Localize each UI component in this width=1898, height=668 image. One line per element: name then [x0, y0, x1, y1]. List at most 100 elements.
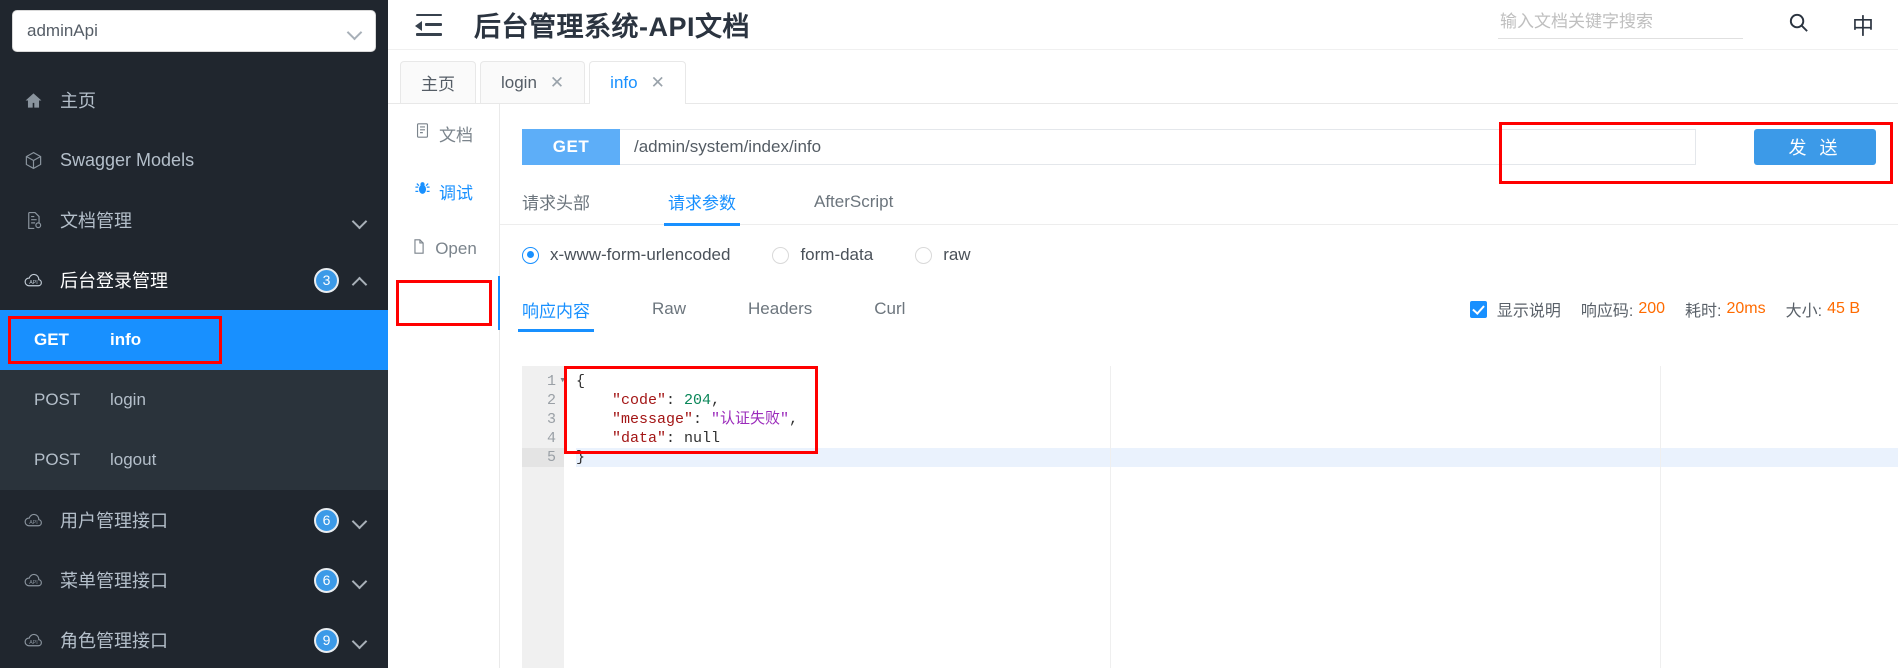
chevron-down-icon[interactable]: [353, 514, 366, 527]
header-right-group: 中: [1497, 9, 1898, 41]
sidebar-item-menu-management-api[interactable]: API 菜单管理接口 6: [0, 550, 388, 610]
editor-code-body[interactable]: { "code": 204, "message": "认证失败", "data"…: [564, 366, 1898, 668]
code-line-1: {: [576, 372, 1898, 391]
request-url-row: GET 发 送: [500, 104, 1898, 165]
code-token: }: [576, 449, 586, 466]
document-icon: [414, 122, 431, 144]
close-icon[interactable]: ✕: [550, 73, 564, 93]
response-meta: 显示说明 响应码: 200 耗时: 20ms 大小: 45 B: [1469, 297, 1876, 321]
line-number: 4: [546, 430, 556, 447]
endpoint-item-info[interactable]: GET info: [0, 310, 388, 370]
inner-nav: 文档 调试 Open: [388, 104, 502, 668]
request-tabs: 请求头部 请求参数 AfterScript: [500, 179, 1898, 226]
inner-nav-item-debug[interactable]: 调试: [388, 162, 499, 220]
sidebar-item-badge: 6: [314, 567, 339, 593]
collapse-bar: [416, 13, 442, 16]
radio-mark-icon: [522, 246, 539, 264]
sidebar-item-label: 文档管理: [60, 211, 132, 231]
sidebar-nav-list: 主页 Swagger Models 文档管理 API 后台登录管理 3 GET …: [0, 70, 388, 668]
radio-form-data[interactable]: form-data: [772, 245, 873, 265]
request-url-input[interactable]: [620, 129, 1696, 165]
endpoint-name: login: [110, 390, 146, 409]
tab-response-curl[interactable]: Curl: [874, 287, 905, 331]
tab-login[interactable]: login ✕: [480, 61, 586, 103]
code-line-5: }: [576, 448, 1898, 467]
sidebar-item-doc-management[interactable]: 文档管理: [0, 190, 388, 250]
tab-request-params[interactable]: 请求参数: [664, 179, 740, 226]
endpoint-name: info: [110, 330, 142, 349]
top-header: 后台管理系统-API文档 中: [388, 0, 1898, 50]
tab-response-body[interactable]: 响应内容: [518, 287, 594, 332]
code-token: null: [684, 430, 721, 447]
chevron-up-icon[interactable]: [353, 274, 366, 287]
main-panel: GET 发 送 请求头部 请求参数 AfterScript x-www-form…: [500, 104, 1898, 668]
response-code-editor[interactable]: 1 2 3 4 5 { "code": 204, "message": "认证失…: [522, 366, 1898, 668]
sidebar-item-role-management-api[interactable]: API 角色管理接口 9: [0, 610, 388, 668]
code-line-2: "code": 204,: [612, 392, 721, 409]
cube-icon: [20, 151, 46, 170]
endpoint-item-logout[interactable]: POST logout: [0, 430, 388, 490]
tab-after-script[interactable]: AfterScript: [814, 179, 893, 225]
file-icon: [410, 238, 427, 260]
status-code-value: 200: [1638, 300, 1666, 317]
response-tabs: 响应内容 Raw Headers Curl 显示说明 响应码: 200 耗时: …: [500, 287, 1898, 332]
language-toggle-button[interactable]: 中: [1852, 9, 1874, 41]
sidebar-item-user-management-api[interactable]: API 用户管理接口 6: [0, 490, 388, 550]
sidebar-item-label: 菜单管理接口: [60, 571, 168, 591]
code-token: "code": [612, 392, 667, 409]
inner-nav-item-doc[interactable]: 文档: [388, 104, 499, 162]
radio-raw[interactable]: raw: [915, 245, 971, 265]
sidebar-item-swagger-models[interactable]: Swagger Models: [0, 130, 388, 190]
bug-icon: [414, 180, 431, 202]
api-cloud-icon: API: [20, 510, 46, 531]
code-token: {: [576, 373, 586, 390]
sidebar-item-label: 主页: [60, 91, 96, 111]
tab-info[interactable]: info ✕: [589, 61, 686, 104]
radio-label: x-www-form-urlencoded: [550, 245, 731, 264]
search-input[interactable]: [1497, 10, 1743, 39]
chevron-down-icon[interactable]: [353, 634, 366, 647]
home-icon: [20, 91, 46, 110]
show-description-label: 显示说明: [1496, 303, 1561, 320]
send-button[interactable]: 发 送: [1754, 129, 1876, 165]
code-token: "认证失败": [711, 411, 790, 428]
show-description-checkbox[interactable]: [1469, 300, 1487, 318]
radio-label: form-data: [800, 245, 874, 264]
collapse-bar: [416, 33, 442, 36]
tab-label: 主页: [421, 75, 455, 94]
tab-home[interactable]: 主页: [400, 61, 476, 103]
line-number: 5: [522, 448, 564, 467]
search-icon[interactable]: [1787, 11, 1810, 39]
tab-request-headers[interactable]: 请求头部: [522, 179, 590, 225]
sidebar-item-label: Swagger Models: [60, 149, 195, 170]
inner-nav-label: 文档: [439, 125, 473, 145]
svg-text:API: API: [29, 640, 37, 646]
document-settings-icon: [20, 211, 46, 230]
chevron-down-icon: [348, 25, 361, 38]
radio-mark-icon: [915, 246, 933, 264]
inner-nav-item-open[interactable]: Open: [388, 220, 499, 278]
sidebar-item-backend-login-management[interactable]: API 后台登录管理 3: [0, 250, 388, 310]
tab-label: info: [610, 72, 638, 92]
endpoint-method: POST: [34, 390, 81, 409]
collapse-bar: [425, 23, 442, 26]
endpoint-item-login[interactable]: POST login: [0, 370, 388, 430]
elapsed-value: 20ms: [1726, 300, 1766, 317]
chevron-down-icon[interactable]: [353, 214, 366, 227]
page-title: 后台管理系统-API文档: [474, 12, 750, 42]
editor-gutter: 1 2 3 4 5: [522, 366, 566, 668]
code-line-4: "data": null: [612, 430, 721, 447]
tab-response-headers[interactable]: Headers: [748, 287, 812, 331]
project-select[interactable]: adminApi: [12, 10, 376, 52]
tab-response-raw[interactable]: Raw: [652, 287, 686, 331]
sidebar-item-badge: 6: [314, 507, 339, 533]
chevron-down-icon[interactable]: [353, 574, 366, 587]
code-token: 204: [684, 392, 712, 409]
sidebar-item-label: 角色管理接口: [60, 631, 168, 651]
menu-collapse-icon[interactable]: [415, 13, 442, 36]
close-icon[interactable]: ✕: [651, 73, 665, 93]
radio-x-www-form-urlencoded[interactable]: x-www-form-urlencoded: [522, 245, 730, 265]
tab-label: login: [501, 72, 537, 92]
sidebar-item-home[interactable]: 主页: [0, 70, 388, 130]
api-cloud-icon: API: [20, 570, 46, 591]
